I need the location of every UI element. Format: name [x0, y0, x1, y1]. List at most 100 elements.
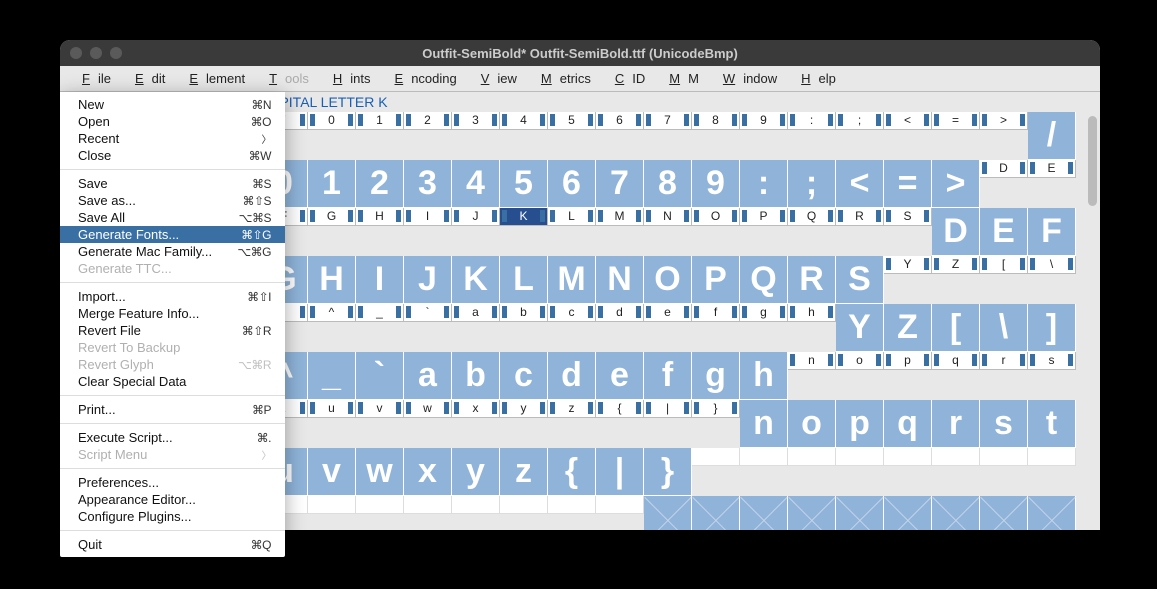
- glyph-cell[interactable]: 1: [308, 160, 356, 208]
- glyph-label[interactable]: o: [836, 352, 884, 370]
- glyph-cell[interactable]: [788, 496, 836, 530]
- glyph-label[interactable]: b: [500, 304, 548, 322]
- glyph-label[interactable]: J: [452, 208, 500, 226]
- glyph-label[interactable]: S: [884, 208, 932, 226]
- glyph-label[interactable]: L: [548, 208, 596, 226]
- glyph-cell[interactable]: 4: [452, 160, 500, 208]
- glyph-cell[interactable]: y: [452, 448, 500, 496]
- menu-item-save[interactable]: Save⌘S: [60, 175, 285, 192]
- glyph-cell[interactable]: [: [932, 304, 980, 352]
- glyph-label[interactable]: N: [644, 208, 692, 226]
- glyph-cell[interactable]: /: [1028, 112, 1076, 160]
- menubar-item-tools[interactable]: Tools: [253, 67, 317, 90]
- glyph-cell[interactable]: S: [836, 256, 884, 304]
- menubar-item-encoding[interactable]: Encoding: [379, 67, 465, 90]
- glyph-cell[interactable]: r: [932, 400, 980, 448]
- glyph-cell[interactable]: [692, 496, 740, 530]
- glyph-cell[interactable]: 5: [500, 160, 548, 208]
- menubar-item-element[interactable]: Element: [173, 67, 253, 90]
- glyph-cell[interactable]: 8: [644, 160, 692, 208]
- glyph-label[interactable]: [1028, 448, 1076, 466]
- glyph-label[interactable]: ;: [836, 112, 884, 130]
- glyph-label[interactable]: `: [404, 304, 452, 322]
- glyph-label[interactable]: n: [788, 352, 836, 370]
- glyph-label[interactable]: :: [788, 112, 836, 130]
- glyph-cell[interactable]: ;: [788, 160, 836, 208]
- glyph-label[interactable]: g: [740, 304, 788, 322]
- menu-item-open[interactable]: Open⌘O: [60, 113, 285, 130]
- menu-item-recent[interactable]: Recent〉: [60, 130, 285, 147]
- glyph-cell[interactable]: F: [1028, 208, 1076, 256]
- glyph-cell[interactable]: H: [308, 256, 356, 304]
- menubar-item-view[interactable]: View: [465, 67, 525, 90]
- menu-item-new[interactable]: New⌘N: [60, 96, 285, 113]
- glyph-cell[interactable]: [980, 496, 1028, 530]
- vertical-scrollbar[interactable]: [1084, 112, 1100, 530]
- menu-item-save-as[interactable]: Save as...⌘⇧S: [60, 192, 285, 209]
- glyph-label[interactable]: y: [500, 400, 548, 418]
- glyph-label[interactable]: D: [980, 160, 1028, 178]
- menu-item-generate-mac-family[interactable]: Generate Mac Family...⌥⌘G: [60, 243, 285, 260]
- menubar-item-file[interactable]: File: [66, 67, 119, 90]
- glyph-cell[interactable]: M: [548, 256, 596, 304]
- file-menu[interactable]: New⌘NOpen⌘ORecent〉Close⌘WSave⌘SSave as..…: [60, 92, 285, 557]
- glyph-label[interactable]: 5: [548, 112, 596, 130]
- glyph-label[interactable]: [788, 448, 836, 466]
- glyph-label[interactable]: u: [308, 400, 356, 418]
- glyph-cell[interactable]: _: [308, 352, 356, 400]
- glyph-label[interactable]: [452, 496, 500, 514]
- menubar[interactable]: FileEditElementToolsHintsEncodingViewMet…: [60, 66, 1100, 92]
- glyph-cell[interactable]: 7: [596, 160, 644, 208]
- glyph-cell[interactable]: Z: [884, 304, 932, 352]
- glyph-label[interactable]: f: [692, 304, 740, 322]
- glyph-label[interactable]: [596, 496, 644, 514]
- menu-item-preferences[interactable]: Preferences...: [60, 474, 285, 491]
- glyph-label[interactable]: E: [1028, 160, 1076, 178]
- glyph-label[interactable]: Q: [788, 208, 836, 226]
- glyph-label[interactable]: [308, 496, 356, 514]
- glyph-cell[interactable]: 6: [548, 160, 596, 208]
- glyph-label[interactable]: H: [356, 208, 404, 226]
- menubar-item-metrics[interactable]: Metrics: [525, 67, 599, 90]
- menubar-item-cid[interactable]: CID: [599, 67, 653, 90]
- glyph-label[interactable]: q: [932, 352, 980, 370]
- glyph-cell[interactable]: a: [404, 352, 452, 400]
- glyph-label[interactable]: R: [836, 208, 884, 226]
- glyph-label[interactable]: z: [548, 400, 596, 418]
- glyph-cell[interactable]: [644, 496, 692, 530]
- glyph-label[interactable]: }: [692, 400, 740, 418]
- menu-item-generate-fonts[interactable]: Generate Fonts...⌘⇧G: [60, 226, 285, 243]
- glyph-cell[interactable]: f: [644, 352, 692, 400]
- glyph-cell[interactable]: t: [1028, 400, 1076, 448]
- glyph-cell[interactable]: 3: [404, 160, 452, 208]
- menu-item-quit[interactable]: Quit⌘Q: [60, 536, 285, 553]
- glyph-label[interactable]: [548, 496, 596, 514]
- glyph-cell[interactable]: \: [980, 304, 1028, 352]
- menu-item-print[interactable]: Print...⌘P: [60, 401, 285, 418]
- glyph-label[interactable]: ^: [308, 304, 356, 322]
- glyph-cell[interactable]: ]: [1028, 304, 1076, 352]
- glyph-label[interactable]: p: [884, 352, 932, 370]
- menu-item-clear-special-data[interactable]: Clear Special Data: [60, 373, 285, 390]
- glyph-label[interactable]: Y: [884, 256, 932, 274]
- glyph-label[interactable]: G: [308, 208, 356, 226]
- glyph-cell[interactable]: E: [980, 208, 1028, 256]
- glyph-label[interactable]: I: [404, 208, 452, 226]
- glyph-cell[interactable]: D: [932, 208, 980, 256]
- glyph-label[interactable]: 8: [692, 112, 740, 130]
- scrollbar-thumb[interactable]: [1088, 116, 1097, 206]
- glyph-label[interactable]: 0: [308, 112, 356, 130]
- glyph-cell[interactable]: n: [740, 400, 788, 448]
- glyph-label[interactable]: |: [644, 400, 692, 418]
- glyph-cell[interactable]: J: [404, 256, 452, 304]
- glyph-label[interactable]: r: [980, 352, 1028, 370]
- glyph-label[interactable]: M: [596, 208, 644, 226]
- glyph-cell[interactable]: <: [836, 160, 884, 208]
- glyph-cell[interactable]: x: [404, 448, 452, 496]
- glyph-cell[interactable]: [932, 496, 980, 530]
- menu-item-appearance-editor[interactable]: Appearance Editor...: [60, 491, 285, 508]
- glyph-cell[interactable]: 9: [692, 160, 740, 208]
- glyph-label[interactable]: 2: [404, 112, 452, 130]
- glyph-label[interactable]: K: [500, 208, 548, 226]
- glyph-cell[interactable]: >: [932, 160, 980, 208]
